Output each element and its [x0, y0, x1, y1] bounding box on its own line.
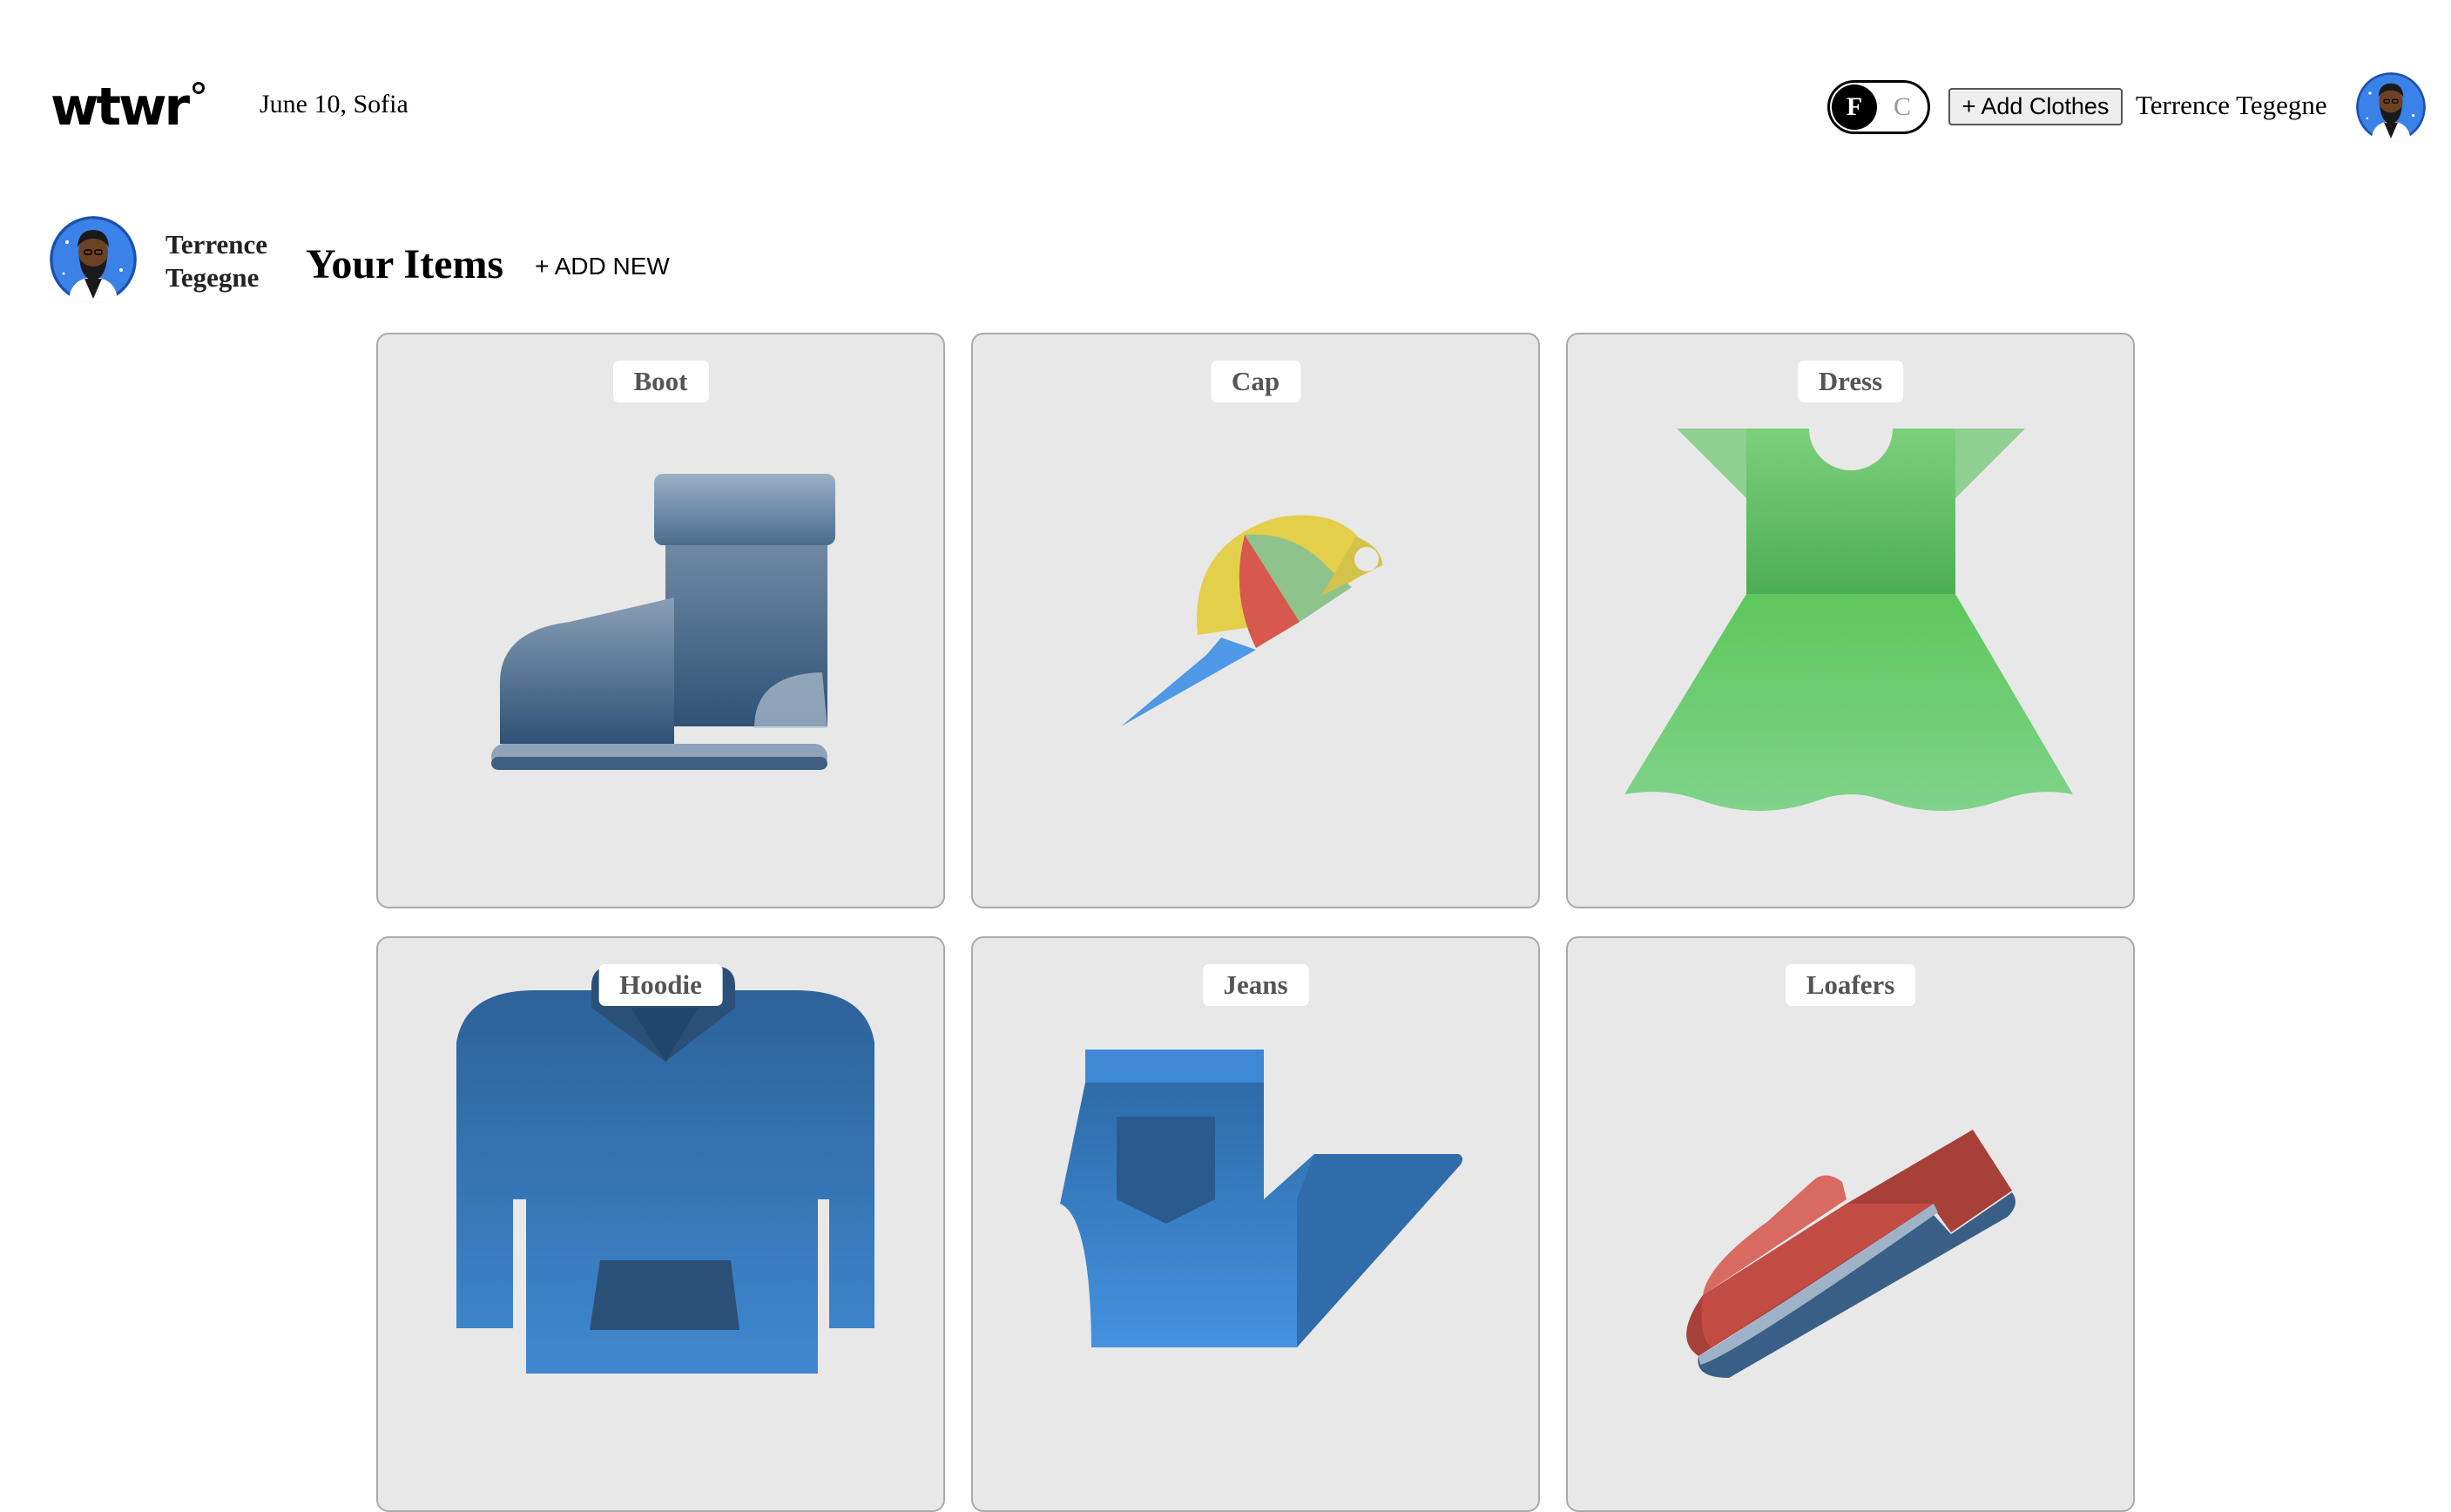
- dress-icon: [1624, 429, 2073, 811]
- app-logo[interactable]: wtwr: [51, 77, 207, 138]
- item-card-cap[interactable]: Cap: [971, 333, 1540, 908]
- temperature-unit-toggle[interactable]: F C: [1827, 80, 1930, 134]
- item-card-label: Dress: [1797, 361, 1904, 402]
- toggle-option-f[interactable]: F: [1832, 84, 1877, 130]
- add-clothes-button[interactable]: + Add Clothes: [1948, 88, 2123, 125]
- add-new-button[interactable]: + ADD NEW: [535, 253, 670, 280]
- boot-icon: [491, 474, 835, 770]
- sidebar-username-last: Tegegne: [165, 262, 260, 293]
- page-title: Your Items: [306, 241, 504, 287]
- avatar-icon: [50, 216, 137, 303]
- hoodie-icon: [456, 966, 874, 1374]
- item-card-label: Hoodie: [598, 964, 723, 1006]
- item-card-dress[interactable]: Dress: [1566, 333, 2135, 908]
- logo-text: wtwr: [51, 77, 190, 138]
- jeans-icon: [1060, 1050, 1463, 1347]
- item-card-jeans[interactable]: Jeans: [971, 936, 1540, 1512]
- header-username[interactable]: Terrence Tegegne: [2136, 90, 2327, 121]
- cap-icon: [1121, 515, 1382, 726]
- date-location: June 10, Sofia: [260, 90, 408, 118]
- item-card-label: Boot: [612, 361, 709, 402]
- item-card-label: Loafers: [1785, 964, 1916, 1006]
- sidebar-username: Terrence Tegegne: [165, 228, 267, 294]
- header-avatar[interactable]: [2356, 72, 2426, 142]
- avatar-icon: [2356, 72, 2426, 142]
- item-card-label: Cap: [1210, 361, 1301, 402]
- loafers-icon: [1686, 1130, 2015, 1378]
- item-card-loafers[interactable]: Loafers: [1566, 936, 2135, 1512]
- item-card-label: Jeans: [1202, 964, 1309, 1006]
- item-card-hoodie[interactable]: Hoodie: [376, 936, 945, 1512]
- app-header: wtwr June 10, Sofia F C + Add Clothes Te…: [0, 0, 2451, 213]
- item-card-boot[interactable]: Boot: [376, 333, 945, 908]
- toggle-option-c[interactable]: C: [1879, 84, 1926, 130]
- logo-degree-icon: [192, 82, 205, 94]
- sidebar-username-first: Terrence: [165, 229, 268, 260]
- sidebar-avatar: [50, 216, 137, 303]
